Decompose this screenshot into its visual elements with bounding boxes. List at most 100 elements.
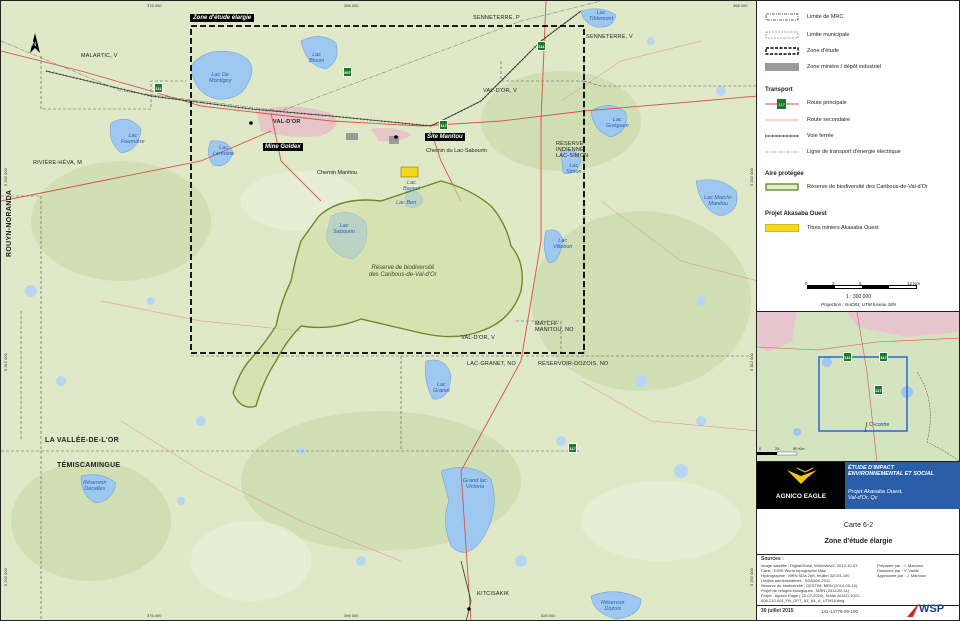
highway-shield-icon: 117: [879, 352, 888, 362]
legend-item-study-zone: Zone d'étude: [765, 47, 839, 55]
region-label: TÉMISCAMINGUE: [57, 462, 121, 469]
coord-bottom: 396 000: [344, 613, 359, 618]
study-name: ÉTUDE D'IMPACT ENVIRONNEMENTAL ET SOCIAL: [848, 465, 934, 478]
lake-label: Lac De Montigny: [209, 72, 232, 84]
study-zone-title: Zone d'étude élargie: [190, 14, 255, 22]
legend-item-power-line: Ligne de transport d'énergie électrique: [765, 149, 901, 155]
lake-label: Lac Sabourin: [333, 223, 356, 235]
lake-label: Lac Guéguen: [606, 117, 629, 129]
lake-label: Lac Villebon: [553, 238, 573, 250]
sources-title: Sources :: [761, 556, 784, 562]
legend-heading: Projet Akasaba Ouest: [765, 211, 827, 217]
highway-shield-icon: 111: [537, 41, 546, 51]
highway-shield-icon: 111: [843, 352, 852, 362]
municipality-label: VAL-D'OR, V: [483, 88, 518, 94]
legend-item-secondary-road: Route secondaire: [765, 117, 851, 123]
road-label: Chemin Manitou: [317, 170, 358, 176]
lake-label: Lac Bayeul: [403, 180, 420, 192]
lake-label: Lac Lemoine: [213, 145, 235, 157]
municipality-label: MATCHI- MANITOU, NO: [535, 321, 574, 334]
site-label-goldex[interactable]: Mine Goldex: [263, 143, 303, 151]
title-block: AGNICO EAGLE ÉTUDE D'IMPACT ENVIRONNEMEN…: [757, 462, 960, 621]
lake-label: Lac Matchi- Manitou: [704, 195, 733, 207]
region-label: ROUYN-NORANDA: [6, 189, 13, 257]
highway-shield-icon: 117: [439, 120, 448, 130]
coord-right: 5 292 000: [749, 568, 754, 586]
company-logo: AGNICO EAGLE: [757, 462, 845, 509]
wsp-logo: WSP: [907, 602, 957, 619]
coord-bottom: 526 000: [541, 613, 556, 618]
scale-bar: [807, 285, 917, 289]
municipality-label: SENNETERRE, P: [473, 15, 520, 21]
map-reference: 141-14776-00-100: [821, 609, 859, 614]
legend-item-mining-zone: Zone minière / dépôt industriel: [765, 63, 881, 71]
municipality-label: RÉSERVE INDIENNE LAC-SIMON: [556, 141, 589, 160]
highway-shield-icon: 397: [343, 67, 352, 77]
municipality-label: LAC-GRANET, NO: [467, 361, 516, 367]
highway-shield-icon: 117: [568, 443, 577, 453]
inset-map[interactable]: 111 117 117 Ci-contre 0 25 50 Km: [757, 312, 960, 462]
coord-right: 5 312 000: [749, 353, 754, 371]
site-label-manitou[interactable]: Site Manitou: [425, 133, 465, 141]
region-label: LA VALLÉE-DE-L'OR: [45, 437, 120, 444]
highway-shield-icon: 117: [874, 385, 883, 395]
municipality-label: RIVIÈRE-HÉVA, M: [33, 160, 83, 166]
municipality-label: KITCISAKIK: [477, 591, 510, 597]
map-canvas: [1, 1, 756, 620]
map-number: Carte 6-2: [843, 522, 874, 529]
map-sheet: Zone d'étude élargie N 376 000 396 000 3…: [0, 0, 960, 621]
main-map[interactable]: Zone d'étude élargie N 376 000 396 000 3…: [0, 0, 757, 621]
municipality-label: MALARTIC, V: [81, 53, 118, 59]
lake-label: Lac Granet: [433, 382, 450, 394]
svg-text:N: N: [32, 42, 36, 48]
company-name: AGNICO EAGLE: [775, 493, 827, 500]
coord-left: 5 292 000: [3, 568, 8, 586]
lake-label: Réservoir Dozois: [601, 600, 625, 612]
legend-panel: Limite de MRC Limite municipale Zone d'é…: [757, 0, 960, 312]
legend-item-main-road: 117 Route principale: [765, 99, 847, 109]
lake-label: Grand lac Victoria: [463, 478, 487, 490]
coord-top: 396 000: [344, 3, 359, 8]
study-banner: ÉTUDE D'IMPACT ENVIRONNEMENTAL ET SOCIAL…: [845, 462, 960, 509]
municipality-label: VAL-D'OR, V: [461, 335, 496, 341]
legend-item-railway: Voie ferrée: [765, 133, 834, 139]
north-arrow-icon: N: [29, 33, 41, 55]
lake-label: Lac Tiblemont: [589, 10, 614, 22]
map-title: Zone d'étude élargie: [824, 538, 893, 545]
scale-ratio: 1 : 300 000: [845, 294, 872, 300]
municipality-label: RÉSERVOIR-DOZOIS, NO: [538, 361, 609, 367]
coord-top: 368 000: [733, 3, 748, 8]
legend-item-municipal: Limite municipale: [765, 31, 850, 39]
city-label: VAL-D'OR: [273, 119, 301, 125]
municipality-label: SENNETERRE, V: [586, 34, 633, 40]
lake-label: Réservoir Decelles: [83, 480, 107, 492]
project-name: Projet Akasaba Ouest, Val-d'Or, Qc: [848, 489, 903, 502]
approved-by: Approuvée par : J. Marcoux: [877, 573, 927, 578]
lake-label: Lac Simon: [566, 163, 582, 175]
coord-right: 5 332 000: [749, 168, 754, 186]
highway-shield-icon: 111: [154, 83, 163, 93]
coord-bottom: 376 000: [147, 613, 162, 618]
legend-heading: Transport: [765, 87, 793, 93]
legend-heading: Aire protégée: [765, 171, 804, 177]
coord-left: 5 332 000: [3, 168, 8, 186]
coord-left: 5 312 000: [3, 353, 8, 371]
legend-item-mrc: Limite de MRC: [765, 13, 843, 21]
wsp-mark-icon: [907, 603, 919, 617]
inset-ci-contre: Ci-contre: [869, 422, 890, 428]
reserve-label: Réserve de biodiversité des Caribous-de-…: [369, 265, 437, 278]
lake-label: Lac Ben: [396, 200, 417, 206]
road-label: Chemin du Lac-Sabourin: [426, 148, 487, 154]
coord-top: 376 000: [147, 3, 162, 8]
lake-label: Lac Blouin: [309, 52, 325, 64]
inset-scale-tick: 25: [775, 446, 780, 451]
map-date: 30 juillet 2015: [761, 608, 794, 614]
projection: Projection : NAD83, UTM fuseau 18N: [821, 302, 896, 307]
legend-hwy-icon: 117: [779, 102, 786, 107]
inset-scale-tick: 0: [759, 446, 762, 451]
legend-item-claims: Titres miniers Akasaba Ouest: [764, 223, 879, 233]
source-line: 006-210-001_PA_OPT_A1_A4_A_UTM18.dwg: [761, 598, 845, 603]
lake-label: Lac Fournière: [121, 133, 145, 145]
eagle-logo-icon: [787, 467, 817, 484]
legend-item-reserve: Réserve de biodiversité des Caribous-de-…: [765, 183, 928, 191]
